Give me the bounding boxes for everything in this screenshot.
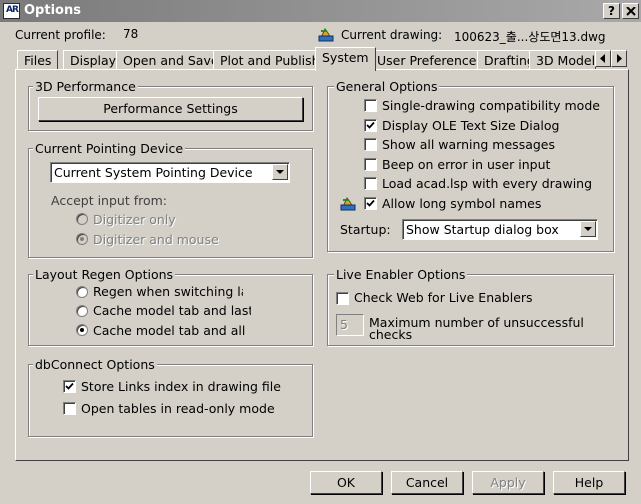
long-symbol-names-label: Allow long symbol names bbox=[382, 196, 542, 211]
display-ole-label: Display OLE Text Size Dialog bbox=[382, 118, 560, 133]
general-options-group-title: General Options bbox=[334, 79, 440, 94]
performance-settings-button[interactable]: Performance Settings bbox=[38, 97, 303, 121]
single-drawing-checkbox[interactable] bbox=[364, 99, 377, 112]
profile-value: 78 bbox=[123, 27, 139, 41]
checkmark-icon bbox=[366, 199, 375, 207]
pointing-device-dropdown-button[interactable] bbox=[272, 164, 288, 180]
triangle-left-icon bbox=[600, 54, 605, 63]
ok-button[interactable]: OK bbox=[310, 471, 382, 494]
digitizer-only-label: Digitizer only bbox=[93, 212, 176, 227]
app-icon-text: AR bbox=[6, 5, 19, 15]
chevron-down-icon bbox=[584, 227, 592, 231]
tab-scroll-right-button[interactable] bbox=[611, 50, 627, 67]
tab-open-and-save[interactable]: Open and Save bbox=[116, 50, 226, 69]
tab-user-preferences[interactable]: User Preferences bbox=[370, 50, 490, 69]
show-warnings-checkbox[interactable] bbox=[364, 138, 377, 151]
startup-value: Show Startup dialog box bbox=[406, 222, 559, 237]
app-icon: AR bbox=[3, 3, 20, 19]
tab-scroll-left-button[interactable] bbox=[595, 50, 611, 67]
pointing-device-group-title: Current Pointing Device bbox=[33, 141, 186, 156]
help-title-button[interactable]: ? bbox=[603, 3, 620, 19]
drawing-value: 100623_출...상도면13.dwg bbox=[454, 30, 606, 44]
triangle-right-icon bbox=[617, 54, 622, 63]
help-label: Help bbox=[574, 475, 604, 490]
live-enabler-group-title: Live Enabler Options bbox=[334, 267, 468, 282]
tab-system[interactable]: System bbox=[315, 47, 376, 71]
accept-input-label: Accept input from: bbox=[51, 193, 168, 208]
checkmark-icon bbox=[366, 121, 375, 129]
cancel-button[interactable]: Cancel bbox=[391, 471, 463, 494]
check-web-label: Check Web for Live Enablers bbox=[354, 290, 533, 305]
startup-select[interactable]: Show Startup dialog box bbox=[402, 219, 598, 240]
tab-files[interactable]: Files bbox=[17, 50, 59, 69]
store-links-checkbox[interactable] bbox=[63, 380, 76, 393]
digitizer-and-mouse-label: Digitizer and mouse bbox=[93, 232, 219, 247]
beep-on-error-label: Beep on error in user input bbox=[382, 157, 551, 172]
digitizer-only-radio[interactable] bbox=[76, 213, 88, 225]
drawing-label: Current drawing: bbox=[341, 28, 443, 42]
store-links-label: Store Links index in drawing file bbox=[81, 379, 281, 394]
startup-dropdown-button[interactable] bbox=[580, 221, 596, 237]
help-button[interactable]: Help bbox=[553, 471, 625, 494]
ok-label: OK bbox=[336, 475, 356, 490]
tab-3d-modeling[interactable]: 3D Modeling bbox=[529, 50, 596, 69]
cache-last-layout-radio[interactable] bbox=[76, 305, 88, 317]
cancel-label: Cancel bbox=[405, 475, 449, 490]
radio-dot bbox=[80, 237, 84, 241]
pointing-device-value: Current System Pointing Device bbox=[54, 165, 253, 180]
regen-switching-radio[interactable] bbox=[76, 286, 88, 298]
autocad-drawing-icon bbox=[318, 27, 334, 42]
load-acad-lsp-label: Load acad.lsp with every drawing bbox=[382, 176, 593, 191]
profile-label: Current profile: bbox=[15, 28, 106, 42]
chevron-down-icon bbox=[276, 170, 284, 174]
window-title: Options bbox=[24, 3, 81, 18]
pointing-device-select[interactable]: Current System Pointing Device bbox=[50, 162, 290, 183]
performance-settings-label: Performance Settings bbox=[103, 101, 238, 116]
single-drawing-label: Single-drawing compatibility mode bbox=[382, 98, 600, 113]
close-button[interactable] bbox=[622, 3, 639, 19]
show-warnings-label: Show all warning messages bbox=[382, 137, 555, 152]
cache-all-layouts-label: Cache model tab and all layouts bbox=[93, 323, 250, 338]
check-web-checkbox[interactable] bbox=[336, 292, 349, 305]
close-icon bbox=[626, 7, 636, 16]
open-tables-readonly-label: Open tables in read-only mode bbox=[81, 401, 275, 416]
title-bar[interactable] bbox=[0, 0, 641, 22]
apply-label: Apply bbox=[490, 475, 526, 490]
digitizer-and-mouse-radio[interactable] bbox=[76, 233, 88, 245]
beep-on-error-checkbox[interactable] bbox=[364, 158, 377, 171]
display-ole-checkbox[interactable] bbox=[364, 119, 377, 132]
radio-dot bbox=[80, 328, 84, 332]
max-unsuccessful-label-line2: checks bbox=[369, 327, 413, 342]
checkmark-icon bbox=[65, 382, 74, 390]
max-unsuccessful-input[interactable]: 5 bbox=[336, 314, 364, 336]
max-unsuccessful-value: 5 bbox=[340, 317, 348, 332]
tab-display[interactable]: Display bbox=[63, 50, 124, 69]
tab-plot-and-publish[interactable]: Plot and Publish bbox=[213, 50, 327, 69]
layout-regen-group-title: Layout Regen Options bbox=[33, 267, 176, 282]
performance-group-title: 3D Performance bbox=[33, 79, 138, 94]
open-tables-readonly-checkbox[interactable] bbox=[63, 402, 76, 415]
load-acad-lsp-checkbox[interactable] bbox=[364, 177, 377, 190]
cache-last-layout-label: Cache model tab and last layout bbox=[93, 303, 251, 318]
startup-label: Startup: bbox=[340, 222, 391, 237]
long-symbol-names-checkbox[interactable] bbox=[364, 197, 377, 210]
drawing-settings-icon bbox=[340, 195, 356, 211]
apply-button[interactable]: Apply bbox=[472, 471, 544, 494]
regen-switching-label: Regen when switching layouts bbox=[93, 284, 243, 299]
dbconnect-group-title: dbConnect Options bbox=[33, 357, 157, 372]
cache-all-layouts-radio[interactable] bbox=[76, 324, 88, 336]
